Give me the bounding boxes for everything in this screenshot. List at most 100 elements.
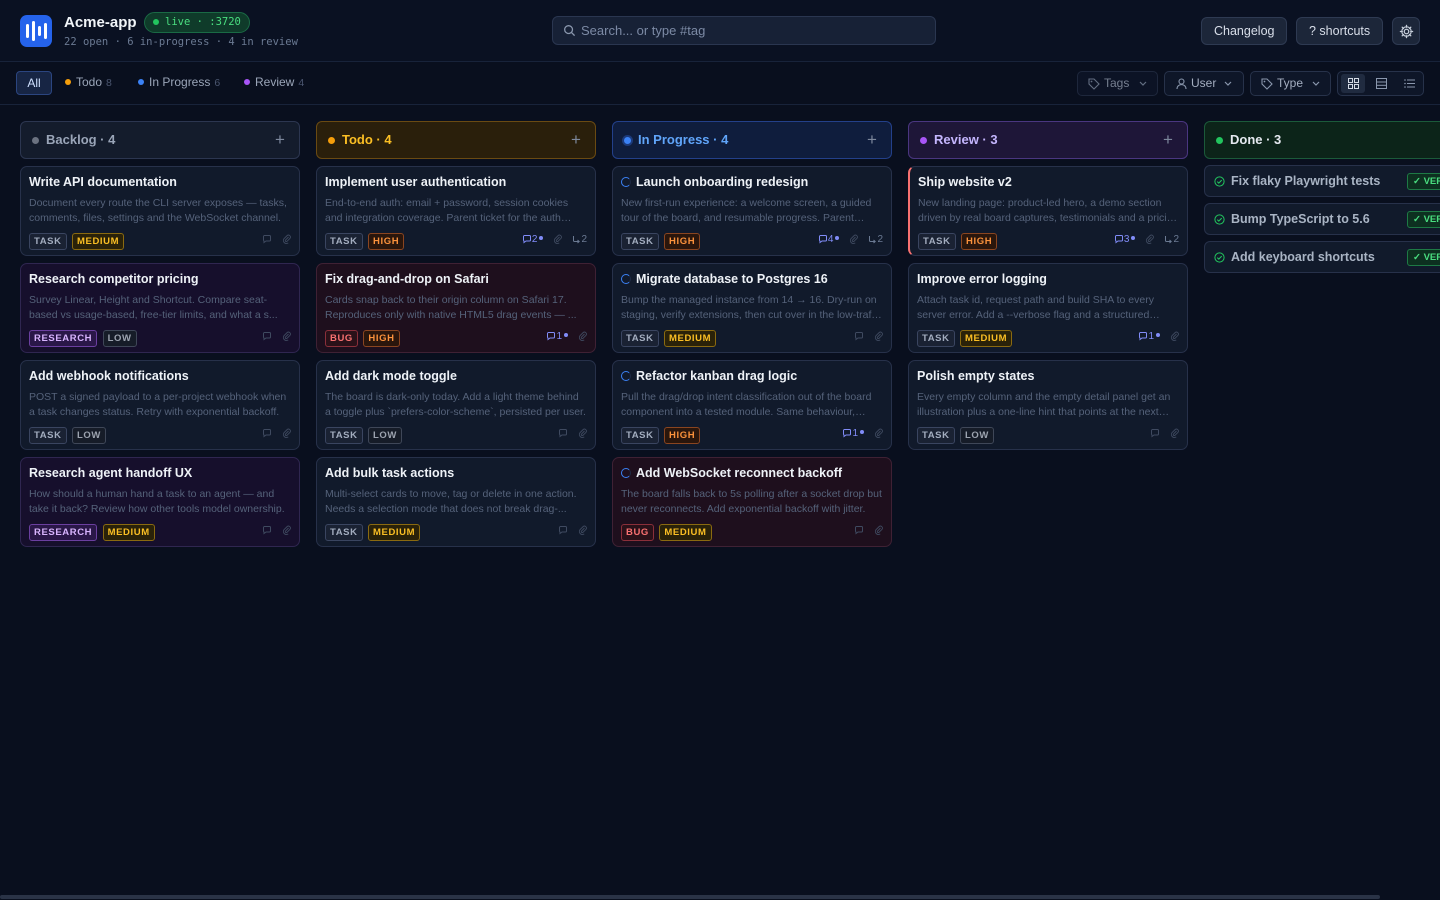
paperclip-icon	[1146, 234, 1155, 244]
task-card[interactable]: Launch onboarding redesign New first-run…	[612, 166, 892, 256]
task-card[interactable]: Research competitor pricing Survey Linea…	[20, 263, 300, 353]
task-description: Cards snap back to their origin column o…	[325, 294, 577, 321]
list-view-button[interactable]	[1397, 74, 1421, 93]
task-title: Improve error logging	[917, 272, 1047, 286]
type-badge: TASK	[621, 330, 659, 347]
task-title-row: Ship website v2	[918, 175, 1179, 190]
tags-filter-dropdown[interactable]: Tags	[1077, 71, 1158, 96]
task-card[interactable]: Add bulk task actions Multi-select cards…	[316, 457, 596, 547]
horizontal-scrollbar[interactable]	[0, 895, 1380, 899]
task-meta-row: TASK LOW	[325, 425, 587, 444]
priority-badge: MEDIUM	[960, 330, 1013, 347]
task-card[interactable]: Research agent handoff UX How should a h…	[20, 457, 300, 547]
task-description: New landing page: product-led hero, a de…	[918, 197, 1179, 224]
add-card-button[interactable]: +	[1159, 122, 1177, 158]
column-done: Done · 3 Fix flaky Playwright tests ✓ VER…	[1204, 121, 1440, 273]
subtask-count: 2	[868, 234, 883, 245]
verified-badge: ✓ VERIFIED	[1407, 173, 1440, 190]
settings-button[interactable]	[1392, 17, 1420, 45]
column-title: Done · 3	[1230, 132, 1282, 147]
task-card[interactable]: Add webhook notifications POST a signed …	[20, 360, 300, 450]
task-title: Add keyboard shortcuts	[1231, 250, 1375, 264]
task-card[interactable]: Improve error logging Attach task id, re…	[908, 263, 1188, 353]
column-header-done: Done · 3	[1204, 121, 1440, 159]
task-meta	[262, 525, 291, 536]
task-title-row: Polish empty states	[917, 369, 1179, 384]
logo-icon[interactable]	[20, 15, 52, 47]
task-card[interactable]: Implement user authentication End-to-end…	[316, 166, 596, 256]
comment-indicator	[1150, 428, 1160, 439]
search-box[interactable]	[552, 16, 936, 45]
done-task-card[interactable]: Bump TypeScript to 5.6 ✓ VERIFIED	[1204, 203, 1440, 235]
app-title: Acme-app	[64, 14, 137, 31]
comment-indicator	[262, 234, 272, 245]
column-todo: Todo · 4 + Implement user authentication…	[316, 121, 596, 547]
chevron-down-icon	[1139, 81, 1147, 86]
attachment-indicator	[874, 525, 883, 536]
type-badge: TASK	[621, 233, 659, 250]
priority-badge: MEDIUM	[659, 524, 712, 541]
task-description: Multi-select cards to move, tag or delet…	[325, 488, 577, 515]
task-meta-row: BUG HIGH 1	[325, 328, 587, 347]
task-card[interactable]: Ship website v2 New landing page: produc…	[908, 166, 1188, 256]
verified-badge: ✓ VERIFIED	[1407, 211, 1440, 228]
task-title-row: Refactor kanban drag logic	[621, 369, 883, 384]
task-meta-row: TASK MEDIUM	[325, 522, 587, 541]
task-card[interactable]: Refactor kanban drag logic Pull the drag…	[612, 360, 892, 450]
paperclip-icon	[578, 331, 587, 341]
priority-badge: LOW	[102, 330, 137, 347]
priority-badge: HIGH	[961, 233, 998, 250]
user-filter-dropdown[interactable]: User	[1164, 71, 1244, 96]
task-card[interactable]: Migrate database to Postgres 16 Bump the…	[612, 263, 892, 353]
column-title: Review · 3	[934, 132, 998, 147]
top-bar: Acme-app live · :3720 22 open · 6 in-pro…	[0, 0, 1440, 62]
task-title-row: Launch onboarding redesign	[621, 175, 883, 190]
paperclip-icon	[282, 428, 291, 438]
attachment-indicator	[849, 234, 859, 245]
add-card-button[interactable]: +	[567, 122, 585, 158]
task-meta-row: TASK LOW	[917, 425, 1179, 444]
tags-filter-label: Tags	[1104, 76, 1130, 90]
attachment-indicator	[578, 331, 587, 342]
filter-tab-todo[interactable]: Todo 8	[65, 71, 112, 95]
unread-dot-icon	[1131, 236, 1136, 240]
add-card-button[interactable]: +	[271, 122, 289, 158]
attachment-indicator	[578, 428, 587, 439]
table-view-button[interactable]	[1369, 74, 1393, 93]
filter-tab-in-progress[interactable]: In Progress 6	[138, 71, 220, 95]
grid-view-button[interactable]	[1341, 74, 1365, 93]
comment-indicator	[262, 331, 272, 342]
check-circle-icon	[1214, 176, 1225, 187]
task-meta: 1	[842, 428, 883, 439]
type-badge: TASK	[917, 330, 955, 347]
task-card[interactable]: Write API documentation Document every r…	[20, 166, 300, 256]
task-meta	[1150, 428, 1179, 439]
filter-tab-all[interactable]: All	[16, 71, 52, 95]
list-view-icon	[1403, 79, 1415, 88]
done-task-card[interactable]: Fix flaky Playwright tests ✓ VERIFIED	[1204, 165, 1440, 197]
task-title: Add webhook notifications	[29, 369, 189, 383]
task-card[interactable]: Fix drag-and-drop on Safari Cards snap b…	[316, 263, 596, 353]
check-circle-icon	[1214, 252, 1225, 263]
done-task-card[interactable]: Add keyboard shortcuts ✓ VERIFIED	[1204, 241, 1440, 273]
paperclip-icon	[1170, 428, 1179, 438]
filter-tab-review[interactable]: Review 4	[244, 71, 304, 95]
column-header: Backlog · 4 +	[20, 121, 300, 159]
changelog-button[interactable]: Changelog	[1201, 17, 1288, 45]
plus-icon: +	[275, 130, 285, 149]
shortcuts-button[interactable]: ? shortcuts	[1296, 17, 1384, 45]
task-card[interactable]: Add WebSocket reconnect backoff The boar…	[612, 457, 892, 547]
task-card[interactable]: Add dark mode toggle The board is dark-o…	[316, 360, 596, 450]
attachment-indicator	[578, 525, 587, 536]
search-input[interactable]	[581, 17, 921, 44]
status-dot-icon	[920, 137, 927, 144]
subtask-count-value: 2	[877, 234, 883, 245]
type-badge: TASK	[325, 233, 363, 250]
attachment-indicator	[282, 428, 291, 439]
task-meta-row: TASK MEDIUM 1	[917, 328, 1179, 347]
add-card-button[interactable]: +	[863, 122, 881, 158]
task-card[interactable]: Polish empty states Every empty column a…	[908, 360, 1188, 450]
filter-tab-label: Todo	[76, 75, 103, 89]
type-filter-dropdown[interactable]: Type	[1250, 71, 1331, 96]
filter-tab-label: Review	[255, 75, 295, 89]
